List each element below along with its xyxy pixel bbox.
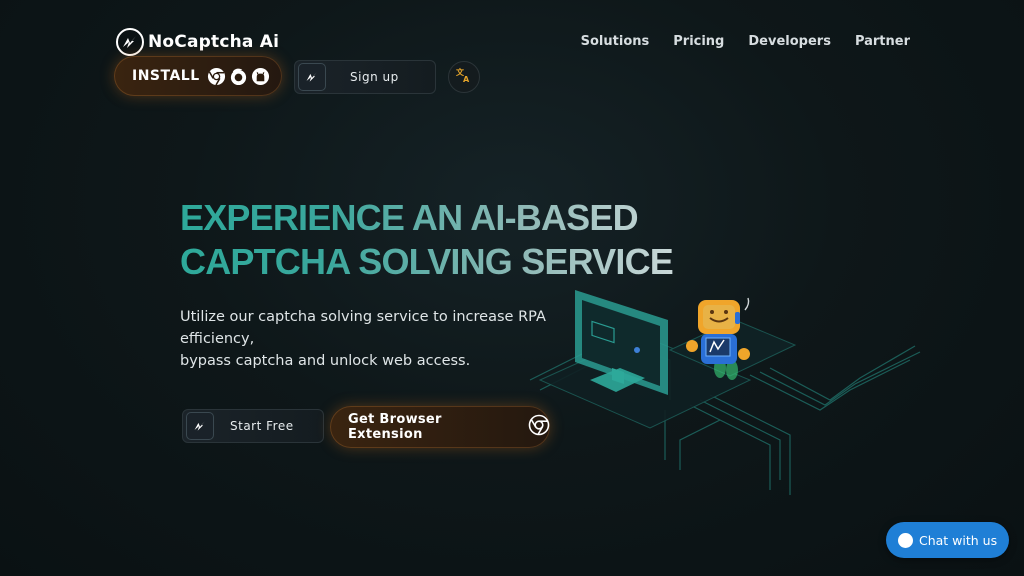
get-extension-button[interactable]: Get Browser Extension (330, 406, 550, 448)
hero-title-line-1: EXPERIENCE AN AI-BASED (180, 197, 638, 238)
signup-button[interactable]: Sign up (294, 60, 436, 94)
brand-logo[interactable]: NoCaptcha Ai (116, 28, 279, 56)
language-button[interactable]: 文 A (448, 61, 480, 93)
chat-bubble-icon (898, 532, 913, 548)
get-extension-label: Get Browser Extension (348, 412, 442, 442)
install-label: INSTALL (132, 68, 200, 84)
nav-solutions[interactable]: Solutions (581, 34, 650, 49)
chat-label: Chat with us (919, 532, 998, 548)
hero-illustration (529, 290, 921, 495)
chrome-icon[interactable] (207, 67, 226, 86)
nav-partner[interactable]: Partner (855, 34, 910, 49)
signup-label: Sign up (350, 70, 399, 84)
nav-developers[interactable]: Developers (748, 34, 831, 49)
nocaptcha-badge-icon (186, 412, 214, 440)
chat-widget-button[interactable]: Chat with us (886, 522, 1009, 558)
svg-text:A: A (463, 75, 470, 84)
translate-icon: 文 A (455, 66, 473, 88)
github-icon[interactable] (251, 67, 270, 86)
start-free-label: Start Free (230, 419, 294, 433)
hero-title-line-2: CAPTCHA SOLVING SERVICE (180, 241, 674, 282)
nocaptcha-badge-icon (298, 63, 326, 91)
install-button[interactable]: INSTALL (114, 56, 282, 96)
brand-name: NoCaptcha Ai (148, 32, 280, 52)
main-nav: Solutions Pricing Developers Partner (581, 34, 910, 49)
hero-subtitle-line-2: bypass captcha and unlock web access. (180, 353, 471, 369)
start-free-button[interactable]: Start Free (182, 409, 324, 443)
nocaptcha-logo-icon (116, 28, 144, 56)
nav-pricing[interactable]: Pricing (673, 34, 724, 49)
firefox-icon[interactable] (229, 67, 248, 86)
hero-subtitle-line-1: Utilize our captcha solving service to i… (180, 309, 546, 347)
hero-title: EXPERIENCE AN AI-BASED CAPTCHA SOLVING S… (180, 196, 673, 284)
